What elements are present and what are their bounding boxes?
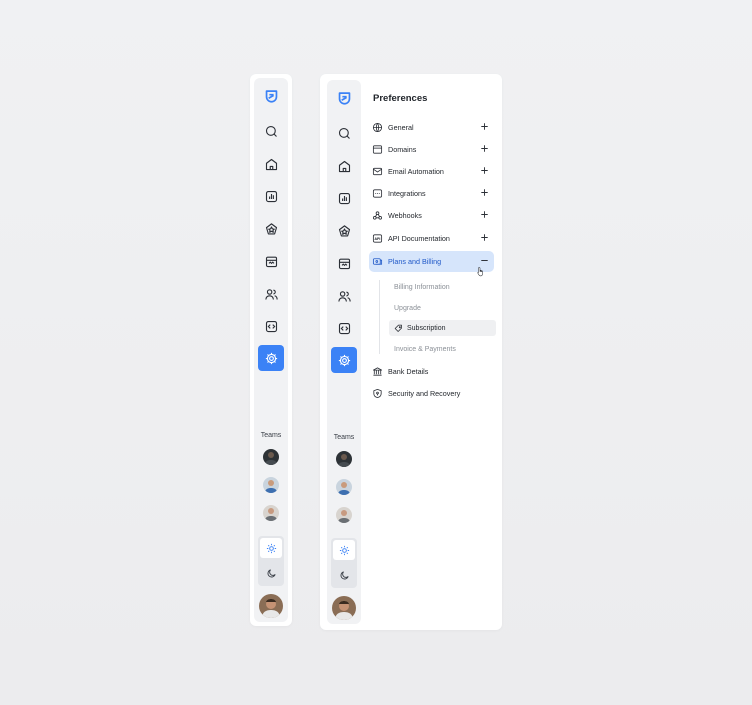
svg-text:API: API: [375, 236, 381, 240]
submenu-guide-line: [379, 280, 380, 354]
submenu-item-label: Subscription: [407, 324, 446, 332]
moon-icon[interactable]: [260, 562, 282, 584]
teams-label: Teams: [260, 432, 282, 439]
star-badge-icon[interactable]: [331, 218, 357, 244]
team-avatar-2[interactable]: [336, 479, 352, 495]
users-icon[interactable]: [258, 281, 284, 307]
plus-icon[interactable]: [479, 143, 490, 154]
submenu-item-subscription[interactable]: Subscription: [389, 320, 496, 336]
integration-icon: [372, 188, 383, 199]
user-avatar[interactable]: [259, 594, 283, 618]
menu-item-security-and-recovery[interactable]: Security and Recovery: [372, 383, 494, 403]
tag-icon: [394, 324, 403, 333]
code-icon[interactable]: [258, 313, 284, 339]
pointer-cursor-icon: [477, 267, 483, 277]
moon-icon[interactable]: [333, 564, 355, 586]
billing-icon: [372, 256, 383, 267]
plus-icon[interactable]: [479, 121, 490, 132]
user-avatar[interactable]: [332, 596, 356, 620]
menu-item-label: Integrations: [388, 188, 426, 198]
mail-icon: [372, 166, 383, 177]
team-avatar-1[interactable]: [336, 451, 352, 467]
plus-icon[interactable]: [479, 187, 490, 198]
menu-item-domains[interactable]: Domains: [372, 139, 494, 159]
globe-icon: [372, 122, 383, 133]
logo-icon[interactable]: [258, 84, 284, 110]
menu-item-label: API Documentation: [388, 233, 450, 243]
gear-icon[interactable]: [331, 347, 357, 373]
team-avatar-3[interactable]: [336, 507, 352, 523]
menu-item-label: Security and Recovery: [388, 388, 461, 398]
users-icon[interactable]: [331, 283, 357, 309]
menu-item-plans-and-billing[interactable]: Plans and Billing: [369, 251, 494, 272]
minus-icon[interactable]: [479, 255, 490, 266]
submenu-item-invoice-payments[interactable]: Invoice & Payments: [389, 341, 496, 357]
team-avatar-3[interactable]: [263, 505, 279, 521]
menu-item-label: Bank Details: [388, 366, 429, 376]
plus-icon[interactable]: [479, 165, 490, 176]
logo-icon[interactable]: [331, 86, 357, 112]
preferences-title: Preferences: [373, 93, 428, 104]
menu-item-integrations[interactable]: Integrations: [372, 183, 494, 203]
theme-toggle: [331, 538, 357, 588]
star-badge-icon[interactable]: [258, 216, 284, 242]
menu-item-label: Plans and Billing: [388, 257, 442, 266]
submenu-item-upgrade[interactable]: Upgrade: [389, 300, 496, 316]
menu-item-label: Domains: [388, 144, 417, 154]
chart-icon[interactable]: [331, 185, 357, 211]
home-icon[interactable]: [331, 153, 357, 179]
expanded-sidebar-rail: Teams: [327, 80, 361, 624]
menu-item-label: Webhooks: [388, 210, 422, 220]
plus-icon[interactable]: [479, 209, 490, 220]
teams-label: Teams: [333, 434, 355, 441]
shield-icon: [372, 388, 383, 399]
menu-item-email-automation[interactable]: Email Automation: [372, 161, 494, 181]
home-icon[interactable]: [258, 151, 284, 177]
theme-toggle: [258, 536, 284, 586]
menu-item-label: Email Automation: [388, 166, 444, 176]
menu-item-general[interactable]: General: [372, 117, 494, 137]
menu-item-api-documentation[interactable]: API API Documentation: [372, 228, 494, 248]
bank-icon: [372, 366, 383, 377]
search-icon[interactable]: [258, 118, 284, 144]
collapsed-sidebar-rail: Teams: [254, 78, 288, 622]
calendar-icon[interactable]: [331, 250, 357, 276]
submenu-item-billing-information[interactable]: Billing Information: [389, 279, 496, 295]
chart-icon[interactable]: [258, 183, 284, 209]
team-avatar-2[interactable]: [263, 477, 279, 493]
gear-icon[interactable]: [258, 345, 284, 371]
plus-icon[interactable]: [479, 232, 490, 243]
menu-item-label: General: [388, 122, 414, 132]
sun-icon[interactable]: [333, 540, 355, 560]
team-avatar-1[interactable]: [263, 449, 279, 465]
code-icon[interactable]: [331, 315, 357, 341]
api-icon: API: [372, 233, 383, 244]
sun-icon[interactable]: [260, 538, 282, 558]
menu-item-webhooks[interactable]: Webhooks: [372, 205, 494, 225]
search-icon[interactable]: [331, 120, 357, 146]
browser-icon: [372, 144, 383, 155]
webhook-icon: [372, 210, 383, 221]
calendar-icon[interactable]: [258, 248, 284, 274]
menu-item-bank-details[interactable]: Bank Details: [372, 361, 494, 381]
